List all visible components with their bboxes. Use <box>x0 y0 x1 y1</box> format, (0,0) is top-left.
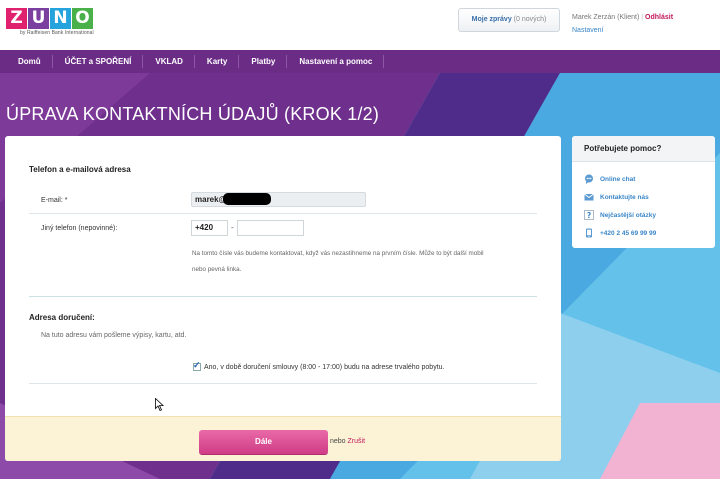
contact-form-card: Telefon a e-mailová adresa E-mail: * mar… <box>5 136 561 461</box>
settings-link[interactable]: Nastavení <box>572 24 673 37</box>
logo-letter-o: O <box>72 8 93 29</box>
question-icon: ? <box>584 210 594 220</box>
phone-hint-line-2: nebo pevná linka. <box>192 266 242 273</box>
nav-item-payments[interactable]: Platby <box>239 50 288 73</box>
svg-text:?: ? <box>587 211 591 220</box>
logo-letter-u: U <box>28 8 49 29</box>
user-name: Marek Zerzán (Klient) <box>572 14 640 21</box>
nav-item-cards[interactable]: Karty <box>195 50 240 73</box>
messages-label: Moje zprávy <box>471 16 512 23</box>
logout-link[interactable]: Odhlásit <box>645 14 673 21</box>
phone-hint-line-1: Na tomto čísle vás budeme kontaktovat, k… <box>192 250 484 257</box>
zuno-logo[interactable]: Z U N O by Raiffeisen Bank International <box>6 8 94 36</box>
user-box: Marek Zerzán (Klient) | Odhlásit Nastave… <box>572 11 673 37</box>
address-intro: Na tuto adresu vám pošleme výpisy, kartu… <box>41 332 187 339</box>
logo-tagline: by Raiffeisen Bank International <box>20 30 94 36</box>
help-item-online-chat[interactable]: Online chat <box>584 174 635 184</box>
page-title: ÚPRAVA KONTAKTNÍCH ÚDAJŮ (KROK 1/2) <box>6 104 380 124</box>
nav-item-accounts[interactable]: ÚČET a SPOŘENÍ <box>53 50 144 73</box>
mouse-cursor-icon <box>155 397 165 413</box>
phone-label: Jiný telefon (nepovinné): <box>41 225 118 232</box>
section-heading-contact: Telefon a e-mailová adresa <box>29 165 131 174</box>
phone-dash: - <box>231 223 234 232</box>
top-header: Z U N O by Raiffeisen Bank International… <box>0 0 720 50</box>
or-text: nebo <box>330 438 346 445</box>
section-heading-address: Adresa doručení: <box>29 313 95 322</box>
permanent-address-label[interactable]: Ano, v době doručení smlouvy (8:00 - 17:… <box>204 364 445 371</box>
messages-count: (0 nových) <box>513 16 547 23</box>
permanent-address-checkbox[interactable]: ✓ <box>193 360 201 371</box>
help-item-faq[interactable]: ? Nejčastější otázky <box>584 210 656 220</box>
email-redaction <box>223 193 271 205</box>
user-separator: | <box>641 14 644 21</box>
help-box: Potřebujete pomoc? Online chat Kontaktuj… <box>572 136 715 248</box>
logo-letter-n: N <box>50 8 71 29</box>
form-footer: Dále nebo Zrušit <box>5 416 561 461</box>
envelope-icon <box>584 192 594 202</box>
help-item-label: +420 2 45 69 99 99 <box>600 229 657 237</box>
next-button[interactable]: Dále <box>199 430 328 454</box>
email-label: E-mail: * <box>41 197 68 204</box>
help-item-label: Online chat <box>600 175 636 183</box>
nav-item-settings-help[interactable]: Nastavení a pomoc <box>287 50 385 73</box>
email-field[interactable]: marek@ <box>191 192 366 207</box>
divider <box>29 213 537 214</box>
chat-icon <box>584 174 594 184</box>
logo-letter-z: Z <box>6 8 27 29</box>
nav-item-deposit[interactable]: VKLAD <box>143 50 195 73</box>
help-item-label: Kontaktujte nás <box>600 193 649 201</box>
help-item-contact-us[interactable]: Kontaktujte nás <box>584 192 649 202</box>
divider <box>29 383 537 384</box>
phone-hint: Na tomto čísle vás budeme kontaktovat, k… <box>192 246 542 278</box>
divider <box>29 296 537 297</box>
messages-button[interactable]: Moje zprávy (0 nových) <box>458 8 560 32</box>
help-title: Potřebujete pomoc? <box>572 136 715 162</box>
help-item-phone[interactable]: +420 2 45 69 99 99 <box>584 228 656 238</box>
checkmark-icon: ✓ <box>193 360 201 370</box>
main-nav: Domů ÚČET a SPOŘENÍ VKLAD Karty Platby N… <box>0 50 720 73</box>
phone-prefix-field[interactable]: +420 <box>191 220 228 236</box>
cancel-link[interactable]: Zrušit <box>348 438 366 445</box>
or-cancel-text: nebo Zrušit <box>330 438 365 445</box>
nav-item-home[interactable]: Domů <box>0 50 53 73</box>
phone-number-field[interactable] <box>237 220 304 236</box>
phone-icon <box>584 228 594 238</box>
help-item-label: Nejčastější otázky <box>600 211 657 219</box>
